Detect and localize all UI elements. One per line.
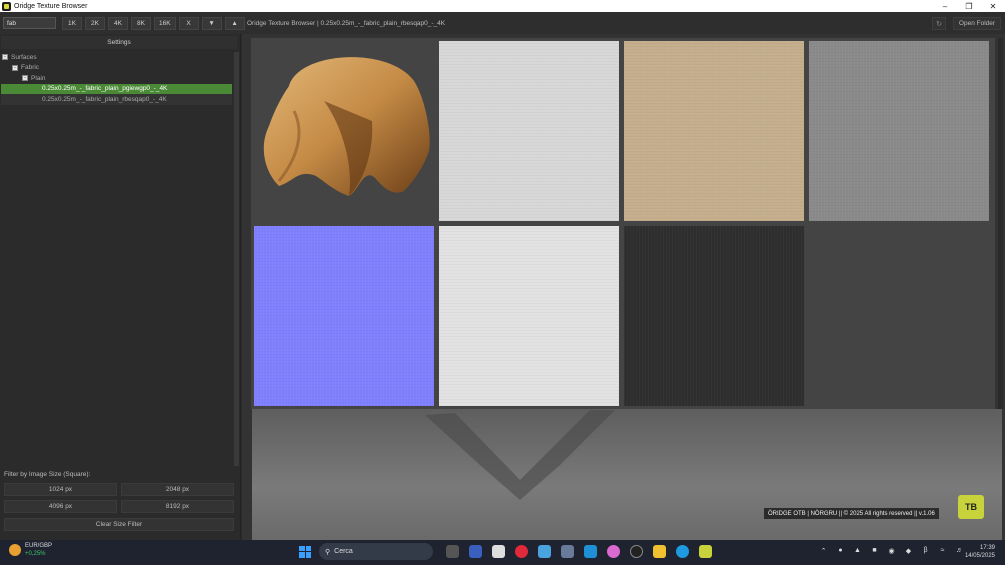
collapse-icon[interactable]: - bbox=[22, 75, 28, 82]
tree-item-label: Surfaces bbox=[11, 53, 37, 61]
search-input[interactable] bbox=[3, 17, 56, 29]
clear-filter-button[interactable]: X bbox=[178, 16, 199, 30]
size-8192-button[interactable]: 8192 px bbox=[121, 500, 234, 513]
texture-tile-roughness[interactable] bbox=[809, 41, 989, 221]
sidebar bbox=[0, 34, 241, 540]
background-render bbox=[252, 409, 1002, 540]
collapse-icon[interactable]: - bbox=[2, 54, 8, 61]
expand-all-button[interactable]: ▲ bbox=[224, 16, 245, 30]
app-icon-1[interactable] bbox=[469, 545, 482, 558]
filter-4k-button[interactable]: 4K bbox=[108, 16, 128, 30]
sidebar-scrollbar[interactable] bbox=[234, 52, 239, 466]
tree-item-plain[interactable]: - Plain bbox=[0, 73, 236, 84]
collapse-icon[interactable]: - bbox=[12, 64, 18, 71]
notepad-icon[interactable] bbox=[538, 545, 551, 558]
app-icon-3[interactable] bbox=[630, 545, 643, 558]
start-icon[interactable] bbox=[299, 545, 311, 558]
file-explorer-icon[interactable] bbox=[653, 545, 666, 558]
wifi-icon[interactable]: ≈ bbox=[937, 545, 948, 556]
tray-app-icon[interactable]: ◆ bbox=[903, 545, 914, 556]
title-bar: Oridge Texture Browser – ❐ ✕ bbox=[0, 0, 1005, 12]
texture-tile-normal[interactable] bbox=[254, 226, 434, 406]
size-1024-button[interactable]: 1024 px bbox=[4, 483, 117, 496]
size-4096-button[interactable]: 4096 px bbox=[4, 500, 117, 513]
size-filter-label: Filter by Image Size (Square): bbox=[4, 471, 91, 478]
tree-item-surfaces[interactable]: - Surfaces bbox=[0, 52, 236, 63]
app-icon-2[interactable] bbox=[584, 545, 597, 558]
clear-size-filter-button[interactable]: Clear Size Filter bbox=[4, 518, 234, 531]
taskbar-search-placeholder: Cerca bbox=[334, 548, 353, 555]
media-icon[interactable] bbox=[515, 545, 528, 558]
texture-grid bbox=[251, 38, 995, 409]
toolbar: 1K 2K 4K 8K 16K X ▼ ▲ bbox=[0, 12, 1005, 34]
stock-change: +0,25% bbox=[25, 551, 46, 557]
window-title: Oridge Texture Browser bbox=[14, 2, 88, 10]
clock[interactable]: 17:39 14/05/2025 bbox=[960, 544, 995, 560]
system-tray: ⌃ ● ▲ ■ ◉ ◆ β ≈ ♬ bbox=[815, 545, 968, 556]
texture-tile-albedo-beige[interactable] bbox=[624, 41, 804, 221]
tray-app-icon[interactable]: ■ bbox=[869, 545, 880, 556]
tray-app-icon[interactable]: ● bbox=[835, 545, 846, 556]
tree-item-texture[interactable]: 0.25x0.25m_-_fabric_plain_rbesqap0_-_4K bbox=[1, 94, 232, 105]
size-2048-button[interactable]: 2048 px bbox=[121, 483, 234, 496]
tree-item-label: Plain bbox=[31, 74, 46, 82]
search-icon: ⚲ bbox=[325, 548, 331, 556]
maximize-button[interactable]: ❐ bbox=[957, 0, 981, 12]
app-logo: TB bbox=[958, 495, 984, 519]
texture-tile-albedo-white[interactable] bbox=[439, 41, 619, 221]
stock-pair: EUR/GBP bbox=[25, 543, 53, 549]
filter-16k-button[interactable]: 16K bbox=[154, 16, 176, 30]
filter-2k-button[interactable]: 2K bbox=[85, 16, 105, 30]
tree-item-texture-selected[interactable]: 0.25x0.25m_-_fabric_plain_pgiewgp0_-_4K bbox=[1, 83, 232, 94]
bluetooth-icon[interactable]: β bbox=[920, 545, 931, 556]
stock-widget[interactable]: EUR/GBP +0,25% bbox=[9, 542, 52, 558]
cloth-shadow bbox=[425, 410, 615, 500]
calculator-icon[interactable] bbox=[561, 545, 574, 558]
tree-item-label: 0.25x0.25m_-_fabric_plain_pgiewgp0_-_4K bbox=[42, 85, 168, 93]
store-icon[interactable] bbox=[492, 545, 505, 558]
texture-tree: - Surfaces - Fabric - Plain 0.25x0.25m_-… bbox=[0, 52, 236, 105]
refresh-icon[interactable]: ↻ bbox=[932, 17, 946, 30]
grid-scrollbar[interactable] bbox=[998, 38, 1003, 409]
current-texture-label: Oridge Texture Browser | 0.25x0.25m_-_fa… bbox=[247, 20, 446, 27]
edge-icon[interactable] bbox=[676, 545, 689, 558]
tree-item-label: 0.25x0.25m_-_fabric_plain_rbesqap0_-_4K bbox=[42, 95, 167, 103]
steam-icon[interactable]: ◉ bbox=[886, 545, 897, 556]
texture-tile-height[interactable] bbox=[439, 226, 619, 406]
close-button[interactable]: ✕ bbox=[981, 0, 1005, 12]
clock-time: 17:39 bbox=[979, 545, 995, 551]
texture-tile-metallic[interactable] bbox=[624, 226, 804, 406]
texture-tile-preview[interactable] bbox=[254, 41, 434, 221]
credit-label: ÖRIDGE OTB | NÖRGRU || © 2025 All rights… bbox=[764, 508, 939, 519]
stock-icon bbox=[9, 544, 21, 556]
task-view-icon[interactable] bbox=[446, 545, 459, 558]
collapse-all-button[interactable]: ▼ bbox=[201, 16, 222, 30]
tree-item-fabric[interactable]: - Fabric bbox=[0, 63, 236, 74]
clock-date: 14/05/2025 bbox=[964, 553, 995, 559]
open-folder-button[interactable]: Open Folder bbox=[953, 17, 1001, 30]
chevron-up-icon[interactable]: ⌃ bbox=[818, 545, 829, 556]
texture-browser-taskbar-icon[interactable] bbox=[699, 545, 712, 558]
minimize-button[interactable]: – bbox=[933, 0, 957, 12]
taskbar-search[interactable]: ⚲ Cerca bbox=[319, 543, 433, 560]
cloud-icon[interactable]: ▲ bbox=[852, 545, 863, 556]
filter-1k-button[interactable]: 1K bbox=[62, 16, 82, 30]
filter-8k-button[interactable]: 8K bbox=[131, 16, 151, 30]
settings-button[interactable]: Settings bbox=[1, 36, 237, 49]
app-icon bbox=[2, 1, 11, 11]
tree-item-label: Fabric bbox=[21, 64, 40, 72]
cloth-preview-image bbox=[263, 57, 430, 197]
copilot-icon[interactable] bbox=[607, 545, 620, 558]
